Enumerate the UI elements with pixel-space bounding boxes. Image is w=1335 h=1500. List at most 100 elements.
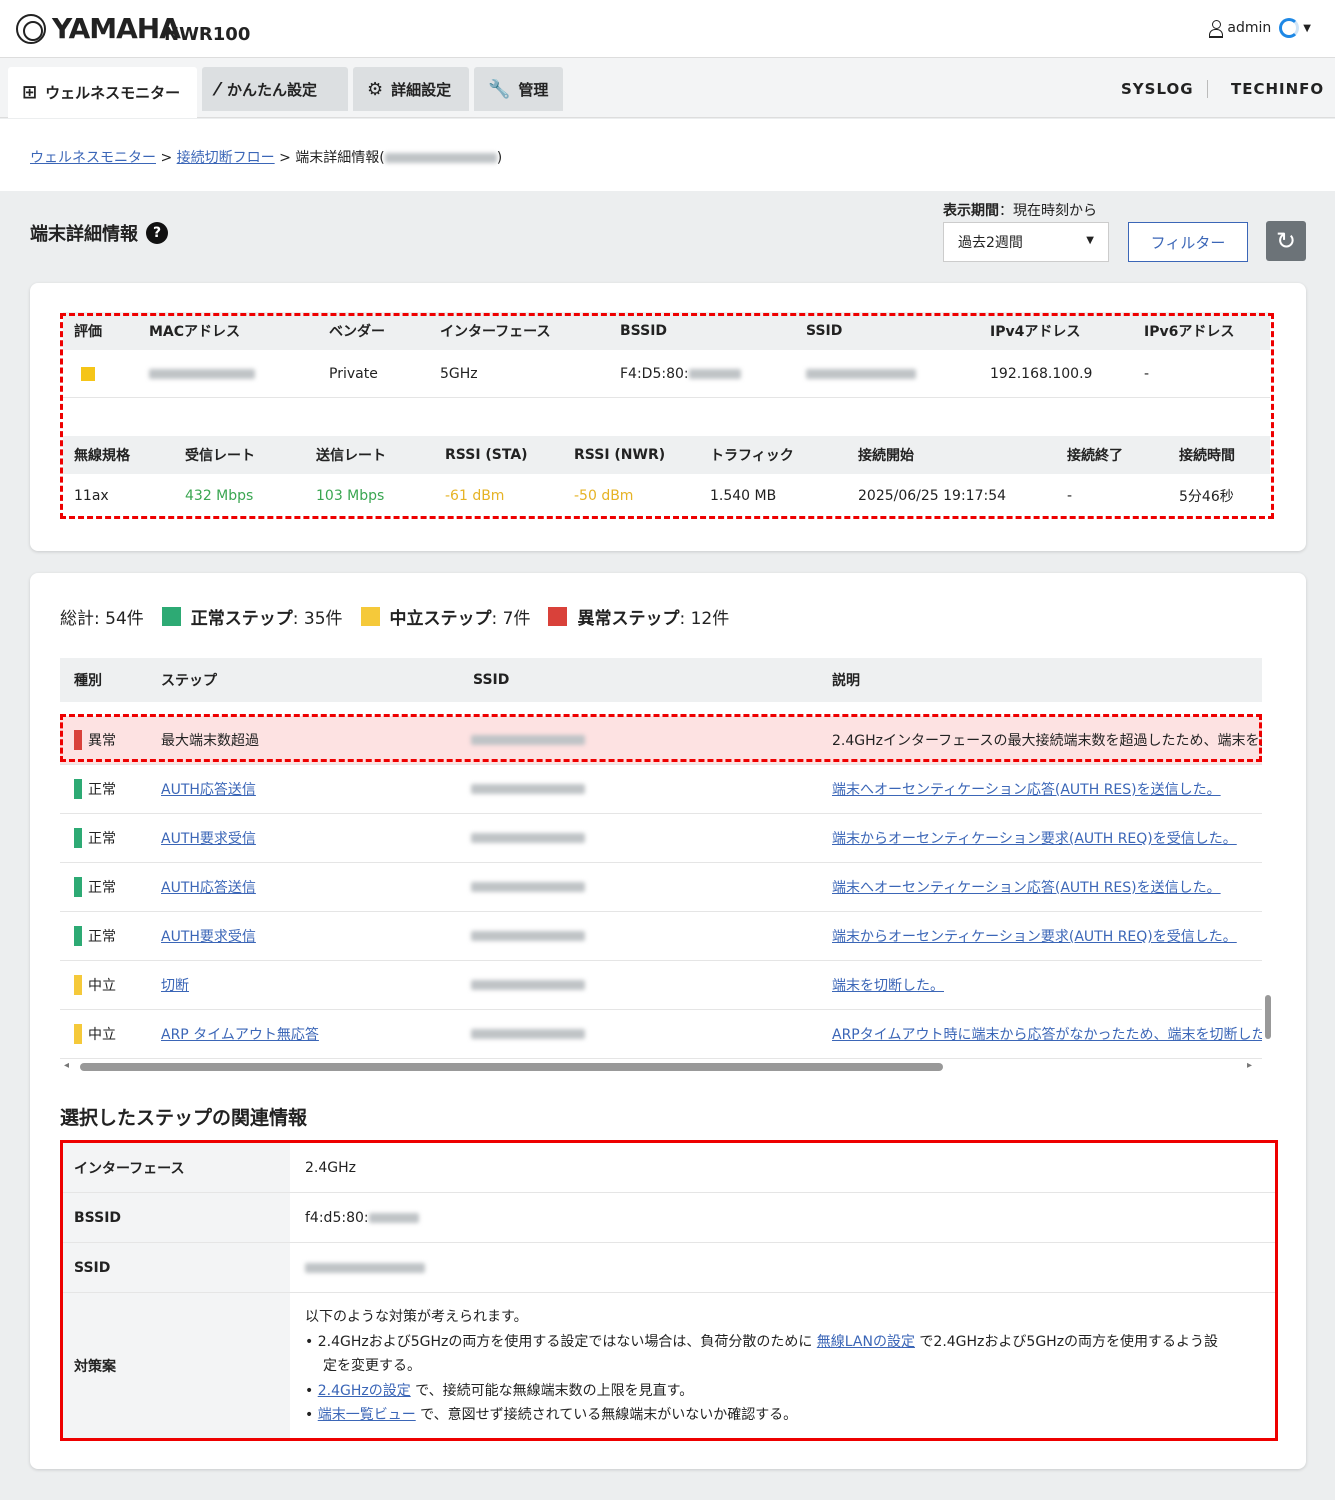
- breadcrumb-current: 端末詳細情報(: [295, 150, 385, 166]
- vertical-scrollbar[interactable]: [1263, 712, 1273, 1052]
- redacted-ssid: [471, 980, 585, 990]
- ssid-cell: [471, 912, 585, 960]
- period-label-bold: 表示期間: [943, 203, 999, 219]
- step-link[interactable]: ARP タイムアウト無応答: [161, 1010, 319, 1058]
- page-title-text: 端末詳細情報: [30, 224, 138, 245]
- description-link[interactable]: 端末へオーセンティケーション応答(AUTH RES)を送信した。: [832, 765, 1221, 813]
- description-link[interactable]: 端末を切断した。: [832, 961, 944, 1009]
- breadcrumb-flow[interactable]: 接続切断フロー: [177, 150, 275, 166]
- neutral-bar: [74, 1024, 82, 1044]
- description-link[interactable]: ARPタイムアウト時に端末から応答がなかったため、端末を切断した。: [832, 1010, 1262, 1058]
- normal-bar: [74, 779, 82, 799]
- tab-easy-setup[interactable]: ⁄ かんたん設定: [202, 67, 348, 111]
- breadcrumb-sep: >: [160, 150, 173, 166]
- horizontal-scrollbar[interactable]: ◂ ▸: [60, 1060, 1260, 1074]
- redacted-ssid: [471, 833, 585, 843]
- user-icon: [1209, 20, 1224, 38]
- header-type: 種別: [74, 673, 102, 689]
- type-label: 中立: [88, 1027, 116, 1043]
- normal-bar: [74, 926, 82, 946]
- redacted-ssid: [471, 882, 585, 892]
- step-summary: 総計: 54件 正常ステップ: 35件 中立ステップ: 7件 異常ステップ: 1…: [60, 604, 729, 629]
- tab-wellness-monitor[interactable]: ⊞ ウェルネスモニター: [8, 67, 197, 118]
- normal-bar: [74, 828, 82, 848]
- breadcrumb-wellness[interactable]: ウェルネスモニター: [30, 150, 156, 166]
- brand-name: YAMAHA: [52, 12, 181, 45]
- user-name: admin: [1227, 20, 1272, 36]
- type-label: 正常: [88, 831, 116, 847]
- type-cell: 正常: [74, 912, 116, 960]
- type-cell: 正常: [74, 863, 116, 911]
- table-row[interactable]: 正常 AUTH要求受信 端末からオーセンティケーション要求(AUTH REQ)を…: [60, 912, 1262, 961]
- neutral-bar: [74, 975, 82, 995]
- tab-label: 詳細設定: [391, 80, 452, 99]
- period-value: 過去2週間: [958, 235, 1023, 251]
- horizontal-scroll-thumb[interactable]: [80, 1063, 943, 1071]
- table-row[interactable]: 中立 ARP タイムアウト無応答 ARPタイムアウト時に端末から応答がなかったた…: [60, 1010, 1262, 1059]
- nav-divider: [1207, 80, 1208, 98]
- related-info-title: 選択したステップの関連情報: [60, 1107, 308, 1129]
- redacted-ssid: [471, 784, 585, 794]
- loading-spinner-icon: [1279, 18, 1300, 38]
- neutral-label: 中立ステップ: [389, 609, 492, 629]
- redacted-ssid: [471, 931, 585, 941]
- ssid-cell: [471, 765, 585, 813]
- wrench-icon: 🔧: [488, 78, 511, 100]
- period-select[interactable]: 過去2週間 ▼: [943, 222, 1109, 262]
- gear-icon: ⚙: [367, 78, 384, 100]
- tab-management[interactable]: 🔧 管理: [474, 67, 563, 111]
- ssid-cell: [471, 814, 585, 862]
- tuning-fork-icon: [16, 13, 46, 44]
- table-row[interactable]: 正常 AUTH応答送信 端末へオーセンティケーション応答(AUTH RES)を送…: [60, 765, 1262, 814]
- table-row[interactable]: 正常 AUTH要求受信 端末からオーセンティケーション要求(AUTH REQ)を…: [60, 814, 1262, 863]
- help-icon[interactable]: ?: [146, 222, 168, 244]
- tab-advanced-settings[interactable]: ⚙ 詳細設定: [353, 67, 469, 111]
- page-title: 端末詳細情報 ?: [30, 220, 168, 246]
- techinfo-link[interactable]: TECHINFO: [1231, 80, 1324, 98]
- neutral-legend-square: [360, 607, 380, 626]
- normal-bar: [74, 877, 82, 897]
- ssid-cell: [471, 863, 585, 911]
- step-link[interactable]: 切断: [161, 961, 189, 1009]
- normal-label: 正常ステップ: [190, 609, 293, 629]
- description-link[interactable]: 端末からオーセンティケーション要求(AUTH REQ)を受信した。: [832, 912, 1237, 960]
- type-cell: 中立: [74, 1010, 116, 1058]
- tab-label: ウェルネスモニター: [45, 84, 181, 102]
- dashboard-icon: ⊞: [22, 82, 38, 103]
- step-link[interactable]: AUTH応答送信: [161, 765, 256, 813]
- app-header: YAMAHA NWR100 admin ▼: [0, 0, 1335, 58]
- vertical-scroll-thumb[interactable]: [1265, 995, 1271, 1039]
- type-label: 正常: [88, 880, 116, 896]
- description-link[interactable]: 端末へオーセンティケーション応答(AUTH RES)を送信した。: [832, 863, 1221, 911]
- type-label: 正常: [88, 782, 116, 798]
- breadcrumb-bar: ウェルネスモニター > 接続切断フロー > 端末詳細情報(): [0, 119, 1335, 191]
- steps-table-header: 種別 ステップ SSID 説明: [60, 658, 1262, 702]
- chevron-down-icon: ▼: [1303, 22, 1311, 34]
- header-ssid: SSID: [473, 672, 510, 688]
- type-cell: 正常: [74, 765, 116, 813]
- step-link[interactable]: AUTH要求受信: [161, 814, 256, 862]
- filter-button[interactable]: フィルター: [1128, 222, 1248, 262]
- breadcrumb: ウェルネスモニター > 接続切断フロー > 端末詳細情報(): [30, 147, 502, 167]
- period-label-text: ：現在時刻から: [999, 203, 1097, 219]
- type-cell: 正常: [74, 814, 116, 862]
- breadcrumb-close: ): [496, 150, 503, 166]
- header-description: 説明: [832, 673, 860, 689]
- table-row[interactable]: 中立 切断 端末を切断した。: [60, 961, 1262, 1010]
- refresh-icon[interactable]: ↻: [1266, 221, 1306, 261]
- scroll-left-icon[interactable]: ◂: [64, 1060, 69, 1071]
- breadcrumb-sep: >: [279, 150, 291, 166]
- step-link[interactable]: AUTH応答送信: [161, 863, 256, 911]
- user-menu[interactable]: admin ▼: [1209, 18, 1311, 38]
- normal-legend-square: [161, 607, 181, 626]
- syslog-link[interactable]: SYSLOG: [1121, 80, 1194, 98]
- ssid-cell: [471, 1010, 585, 1058]
- type-cell: 中立: [74, 961, 116, 1009]
- step-link[interactable]: AUTH要求受信: [161, 912, 256, 960]
- table-row[interactable]: 正常 AUTH応答送信 端末へオーセンティケーション応答(AUTH RES)を送…: [60, 863, 1262, 912]
- description-link[interactable]: 端末からオーセンティケーション要求(AUTH REQ)を受信した。: [832, 814, 1237, 862]
- scroll-right-icon[interactable]: ▸: [1247, 1060, 1252, 1071]
- model-name: NWR100: [164, 24, 251, 45]
- abnormal-legend-square: [548, 607, 568, 626]
- highlight-device-info: [60, 313, 1274, 519]
